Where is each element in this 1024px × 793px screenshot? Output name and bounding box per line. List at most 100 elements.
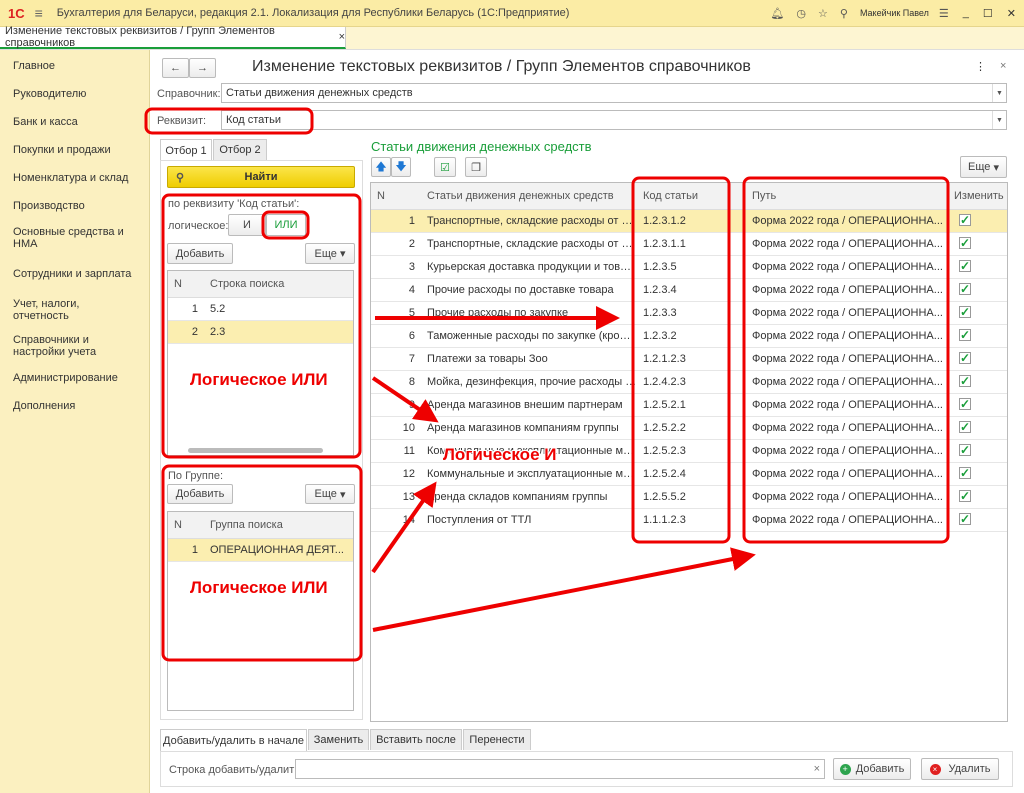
move-down-button[interactable]: 🡇 — [391, 157, 411, 177]
sidebar-item[interactable]: Покупки и продажи — [0, 136, 149, 164]
cell: Форма 2022 года / ОПЕРАЦИОННА... — [746, 508, 951, 532]
col-n: N — [168, 271, 204, 298]
clear-icon[interactable]: × — [814, 763, 820, 775]
sidebar-item[interactable]: Сотрудники и зарплата — [0, 256, 149, 292]
change-checkbox[interactable]: ✓ — [959, 260, 971, 272]
col-n: N — [168, 512, 204, 539]
sidebar-item[interactable]: Номенклатура и склад — [0, 164, 149, 192]
horizontal-scrollbar[interactable] — [188, 448, 323, 453]
bottom-tab[interactable]: Добавить/удалить в начале — [160, 729, 307, 751]
change-checkbox[interactable]: ✓ — [959, 513, 971, 525]
col-path: Путь — [746, 183, 951, 210]
cell: 5.2 — [204, 297, 353, 321]
table-row[interactable]: 9 Аренда магазинов внешим партнерам 1.2.5.… — [371, 393, 1007, 417]
bottom-tab[interactable]: Заменить — [308, 729, 369, 750]
change-checkbox[interactable]: ✓ — [959, 329, 971, 341]
sidebar-item[interactable]: Руководителю — [0, 80, 149, 108]
sidebar-item[interactable]: Учет, налоги, отчетность — [0, 292, 149, 328]
catalog-select[interactable]: Статьи движения денежных средств ▼ — [221, 83, 1007, 103]
attribute-select[interactable]: Код статьи ▼ — [221, 110, 1007, 130]
table-row[interactable]: 14 Поступления от ТТЛ 1.1.1.2.3 Форма 2022 … — [371, 508, 1007, 532]
bottom-tab[interactable]: Перенести — [463, 729, 531, 750]
find-label: Найти — [244, 171, 278, 183]
cell-n: 1 — [371, 209, 421, 233]
more-search-button[interactable]: Еще ▾ — [305, 243, 355, 264]
search-icon[interactable]: ⚲ — [840, 7, 848, 20]
change-checkbox[interactable]: ✓ — [959, 398, 971, 410]
bottom-tab[interactable]: Вставить после — [370, 729, 462, 750]
logical-or-button[interactable]: ИЛИ — [266, 214, 306, 236]
tab-filter-1[interactable]: Отбор 1 — [160, 139, 212, 161]
table-row[interactable]: 13 Аренда складов компаниям группы 1.2.5.5… — [371, 485, 1007, 509]
add-string-button[interactable]: + Добавить — [833, 758, 911, 780]
settings-icon[interactable]: ☰ — [939, 7, 949, 20]
close-tab-icon[interactable]: × — [339, 31, 345, 43]
table-row[interactable]: 4 Прочие расходы по доставке товара 1.2.3.… — [371, 278, 1007, 302]
star-icon[interactable]: ☆ — [818, 7, 828, 20]
table-row[interactable]: 5 Прочие расходы по закупке 1.2.3.3 Форма 2… — [371, 301, 1007, 325]
back-button[interactable]: ← — [162, 58, 189, 78]
user-name[interactable]: Макейчик Павел — [860, 8, 929, 18]
forward-button[interactable]: → — [189, 58, 216, 78]
change-checkbox[interactable]: ✓ — [959, 444, 971, 456]
table-row[interactable]: 1 Транспортные, складские расходы от ко..… — [371, 209, 1007, 233]
table-row[interactable]: 6 Таможенные расходы по закупке (кроме...… — [371, 324, 1007, 348]
table-row[interactable]: 8 Мойка, дезинфекция, прочие расходы н...… — [371, 370, 1007, 394]
cell: Форма 2022 года / ОПЕРАЦИОННА... — [746, 462, 951, 486]
chevron-down-icon[interactable]: ▼ — [992, 84, 1006, 102]
change-checkbox[interactable]: ✓ — [959, 237, 971, 249]
bell-icon[interactable]: 🔔︎ — [770, 7, 784, 20]
close-form-icon[interactable]: × — [1000, 60, 1006, 72]
table-row[interactable]: 2 Транспортные, складские расходы от ст..… — [371, 232, 1007, 256]
more-group-button[interactable]: Еще ▾ — [305, 484, 355, 504]
sidebar-item[interactable]: Производство — [0, 192, 149, 220]
attribute-label: Реквизит: — [157, 115, 207, 127]
delete-string-button[interactable]: × Удалить — [921, 758, 999, 780]
table-row[interactable]: 10 Аренда магазинов компаниям группы 1.2.5… — [371, 416, 1007, 440]
sidebar-item[interactable]: Дополнения — [0, 392, 149, 420]
string-input[interactable]: × — [295, 759, 825, 779]
add-group-button[interactable]: Добавить — [167, 484, 233, 504]
change-checkbox[interactable]: ✓ — [959, 306, 971, 318]
find-button[interactable]: ⚲ Найти — [167, 166, 355, 188]
history-icon[interactable]: ◷ — [796, 7, 806, 20]
logical-and-button[interactable]: И — [228, 214, 266, 236]
change-checkbox[interactable]: ✓ — [959, 490, 971, 502]
sidebar-item[interactable]: Администрирование — [0, 364, 149, 392]
change-checkbox[interactable]: ✓ — [959, 352, 971, 364]
table-row[interactable]: 1 5.2 — [168, 297, 353, 321]
table-row[interactable]: 1 ОПЕРАЦИОННАЯ ДЕЯТ... — [168, 538, 353, 562]
tab-filter-2[interactable]: Отбор 2 — [213, 139, 267, 160]
minimize-icon[interactable]: _ — [963, 7, 969, 19]
check-all-button[interactable]: ☑ — [434, 157, 456, 177]
copy-button[interactable]: ❐ — [465, 157, 487, 177]
maximize-icon[interactable]: ☐ — [983, 7, 993, 20]
change-checkbox[interactable]: ✓ — [959, 283, 971, 295]
search-table[interactable]: N Строка поиска 1 5.2 2 2.3 — [167, 270, 354, 456]
col-n: N — [371, 183, 421, 210]
cell: Прочие расходы по доставке товара — [421, 278, 637, 302]
table-row[interactable]: 2 2.3 — [168, 320, 353, 344]
move-up-button[interactable]: 🡅 — [371, 157, 391, 177]
sidebar-item[interactable]: Главное — [0, 52, 149, 80]
more-menu-icon[interactable]: ⋮ — [975, 60, 986, 73]
sidebar-item[interactable]: Банк и касса — [0, 108, 149, 136]
open-tab[interactable]: Изменение текстовых реквизитов / Групп Э… — [0, 25, 346, 49]
table-row[interactable]: 3 Курьерская доставка продукции и товар..… — [371, 255, 1007, 279]
add-search-button[interactable]: Добавить — [167, 243, 233, 264]
sidebar-item[interactable]: Справочники и настройки учета — [0, 328, 149, 364]
table-row[interactable]: 7 Платежи за товары Зоо 1.2.1.2.3 Форма 202… — [371, 347, 1007, 371]
table-row[interactable]: 12 Коммунальные и эксплуатационные маг...… — [371, 462, 1007, 486]
menu-icon[interactable]: ≡ — [35, 5, 43, 21]
search-icon: ⚲ — [176, 171, 185, 184]
change-checkbox[interactable]: ✓ — [959, 421, 971, 433]
close-icon[interactable]: ✕ — [1007, 7, 1016, 20]
group-table[interactable]: N Группа поиска 1 ОПЕРАЦИОННАЯ ДЕЯТ... — [167, 511, 354, 711]
sidebar-item[interactable]: Основные средства и НМА — [0, 220, 149, 256]
change-checkbox[interactable]: ✓ — [959, 467, 971, 479]
more-list-button[interactable]: Еще ▾ — [960, 156, 1007, 178]
chevron-down-icon[interactable]: ▼ — [992, 111, 1006, 129]
change-checkbox[interactable]: ✓ — [959, 214, 971, 226]
change-checkbox[interactable]: ✓ — [959, 375, 971, 387]
more-label: Еще — [314, 488, 337, 500]
